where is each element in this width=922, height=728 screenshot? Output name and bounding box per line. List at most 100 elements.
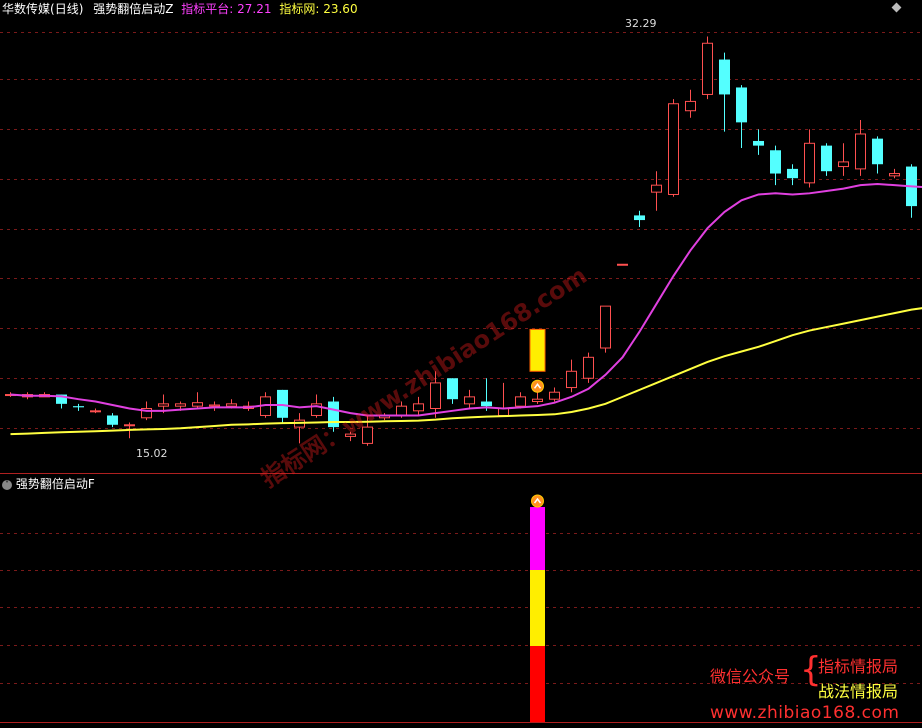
promo-line1: 指标情报局 <box>818 657 899 676</box>
candle <box>73 403 84 411</box>
ma-short-line <box>10 183 922 417</box>
candle <box>107 413 118 428</box>
candle-body <box>549 391 560 400</box>
candle <box>549 387 560 402</box>
candle <box>532 392 543 404</box>
candle <box>685 89 696 118</box>
sub-panel-bars <box>530 494 545 722</box>
candle-body <box>821 145 832 172</box>
signal-bar <box>529 328 546 372</box>
sub-bar-red <box>530 646 545 722</box>
candle-body <box>685 100 696 112</box>
candle-body <box>209 404 220 407</box>
candle-body <box>736 87 747 123</box>
candle <box>668 99 679 197</box>
candle-body <box>600 305 611 349</box>
candlesticks <box>5 36 917 446</box>
candle-body <box>464 396 475 405</box>
candle-body <box>872 138 883 165</box>
candle <box>787 164 798 186</box>
candle-body <box>73 406 84 408</box>
net-label: 指标网: <box>279 2 320 16</box>
stock-name[interactable]: 华数传媒 <box>2 2 50 16</box>
candle-body <box>804 142 815 184</box>
candle-body <box>566 370 577 389</box>
candle-body <box>770 150 781 174</box>
candle <box>617 263 628 266</box>
low-price-label: 15.02 <box>136 447 168 460</box>
candle-body <box>702 42 713 95</box>
promo-wechat: 微信公众号 <box>710 667 791 686</box>
indicator-name[interactable]: 强势翻倍启动Z <box>93 2 173 16</box>
sub-panel-header: ˅ 强势翻倍启动F <box>2 476 95 492</box>
candle <box>736 85 747 148</box>
sub-bar-yellow <box>530 570 545 646</box>
candle <box>838 143 849 176</box>
candle <box>447 378 458 404</box>
candle-body <box>158 403 169 407</box>
sub-panel-title[interactable]: 强势翻倍启动F <box>16 477 95 491</box>
candle-body <box>413 403 424 412</box>
grid-lines <box>0 32 922 723</box>
candle <box>753 129 764 155</box>
candle-body <box>226 403 237 407</box>
platform-label: 指标平台: <box>181 2 234 16</box>
candle <box>821 143 832 176</box>
signal-chevron-icon <box>531 379 544 393</box>
candle <box>651 171 662 211</box>
candle <box>583 352 594 383</box>
candle <box>600 305 611 353</box>
sub-chevron-icon <box>531 494 544 508</box>
period-label[interactable]: (日线) <box>50 2 83 16</box>
candle-body <box>515 396 526 407</box>
candle-body <box>175 403 186 407</box>
candle-body <box>447 378 458 400</box>
candle-body <box>277 389 288 418</box>
candle-body <box>583 356 594 379</box>
promo-url: www.zhibiao168.com <box>710 703 900 723</box>
candle-body <box>838 161 849 168</box>
candle <box>515 392 526 409</box>
candle <box>464 389 475 409</box>
candle-body <box>651 184 662 193</box>
candle <box>90 408 101 414</box>
promo-line2: 战法情报局 <box>818 682 899 701</box>
sub-bar-magenta <box>530 507 545 570</box>
collapse-icon[interactable]: ˅ <box>2 479 12 490</box>
candle-body <box>753 140 764 146</box>
high-price-label: 32.29 <box>625 17 657 30</box>
candle <box>872 136 883 174</box>
candle <box>566 359 577 393</box>
candle-body <box>498 407 509 416</box>
candle <box>481 378 492 411</box>
candle <box>192 392 203 409</box>
kline-chart: 指标网：www.zhibiao168.com <box>0 32 922 723</box>
candle <box>702 36 713 100</box>
candle <box>906 164 917 218</box>
candle <box>889 168 900 179</box>
candle <box>804 129 815 188</box>
watermark-text: 指标网：www.zhibiao168.com <box>256 261 592 493</box>
candle <box>719 52 730 132</box>
candle-body <box>668 103 679 195</box>
candle <box>855 120 866 176</box>
candle-body <box>192 402 203 407</box>
candle-body <box>787 168 798 179</box>
candle-body <box>532 398 543 403</box>
candle <box>498 382 509 416</box>
candle-body <box>719 59 730 95</box>
platform-value: 27.21 <box>237 2 272 16</box>
candle-body <box>855 133 866 170</box>
candle <box>209 401 220 411</box>
candle-body <box>889 173 900 177</box>
candle-body <box>634 215 645 221</box>
candle-body <box>107 415 118 425</box>
signal-marker <box>529 328 546 393</box>
candle <box>634 210 645 228</box>
candle-body <box>617 263 628 266</box>
header-bar: 华数传媒(日线) 强势翻倍启动Z 指标平台: 27.21 指标网: 23.60 <box>2 1 358 17</box>
net-value: 23.60 <box>323 2 358 16</box>
candle-body <box>481 401 492 407</box>
candle-body <box>124 424 135 427</box>
candle-body <box>90 410 101 413</box>
